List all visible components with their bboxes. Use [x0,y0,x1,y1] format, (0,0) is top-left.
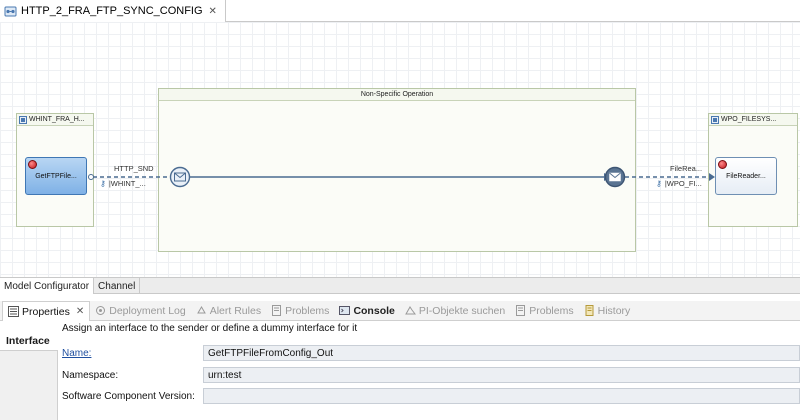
tab-pi-objekte-suchen[interactable]: PI-Objekte suchen [400,301,510,321]
console-icon [339,306,351,315]
tab-pi-objekte-suchen-label: PI-Objekte suchen [418,304,506,317]
editor-tab-strip: HTTP_2_FRA_FTP_SYNC_CONFIG ✕ [0,0,800,22]
end-event-icon[interactable] [604,166,626,188]
search-objects-icon [404,306,416,315]
tab-problems-2-label: Problems [529,304,574,317]
close-icon[interactable]: ✕ [209,6,217,17]
tab-history-label: History [597,304,631,317]
close-icon[interactable]: ✕ [76,306,84,317]
name-row: Name: GetFTPFileFromConfig_Out [62,345,800,361]
tab-console-label: Console [353,304,395,317]
tab-alert-rules-label: Alert Rules [209,304,262,317]
flow-connections [88,166,715,188]
deployment-log-icon [96,306,106,315]
integration-flow-icon [4,6,17,16]
side-tab-interface-label: Interface [6,334,50,347]
software-component-version-label: Software Component Version: [62,390,195,402]
tab-problems-2[interactable]: Problems [510,301,578,321]
view-tabs-bar: Properties ✕ Deployment Log Alert Rules … [0,300,800,322]
editor-tab-http-2-fra-ftp-sync-config[interactable]: HTTP_2_FRA_FTP_SYNC_CONFIG ✕ [0,0,226,22]
tab-history[interactable]: History [579,301,636,321]
tab-model-configurator[interactable]: Model Configurator [0,278,95,294]
properties-icon [8,306,19,317]
tab-properties-label: Properties [22,305,70,318]
editor-tab-label: HTTP_2_FRA_FTP_SYNC_CONFIG [21,5,203,17]
properties-panel: Assign an interface to the sender or def… [0,321,800,420]
problems-icon [516,305,526,316]
start-event-icon[interactable] [169,166,191,188]
software-component-version-row: Software Component Version: [62,388,800,404]
name-link[interactable]: Name: [62,348,203,359]
name-field[interactable]: GetFTPFileFromConfig_Out [203,345,800,361]
namespace-field[interactable]: urn:test [203,367,800,383]
software-component-version-field[interactable] [203,388,800,404]
tab-channel[interactable]: Channel [94,278,141,294]
tab-model-configurator-label: Model Configurator [4,280,90,292]
receiver-arrowhead [709,173,715,181]
tab-channel-label: Channel [98,280,136,292]
tab-problems[interactable]: Problems [266,301,334,321]
properties-side-tabs: Interface [0,331,58,420]
history-icon [585,305,594,316]
tab-console[interactable]: Console [334,301,399,321]
alert-rules-icon [196,306,206,314]
editor-page-tabs: Model Configurator Channel [0,278,800,294]
tab-deployment-log[interactable]: Deployment Log [90,301,190,321]
namespace-row: Namespace: urn:test [62,367,800,383]
side-tab-interface[interactable]: Interface [0,331,58,351]
tab-alert-rules[interactable]: Alert Rules [191,301,266,321]
tab-problems-label: Problems [285,304,330,317]
properties-hint: Assign an interface to the sender or def… [62,323,358,334]
namespace-label: Namespace: [62,369,119,381]
sender-port-icon [88,174,94,180]
tab-deployment-log-label: Deployment Log [109,304,186,317]
tab-properties[interactable]: Properties ✕ [2,300,91,322]
problems-icon [272,305,282,316]
